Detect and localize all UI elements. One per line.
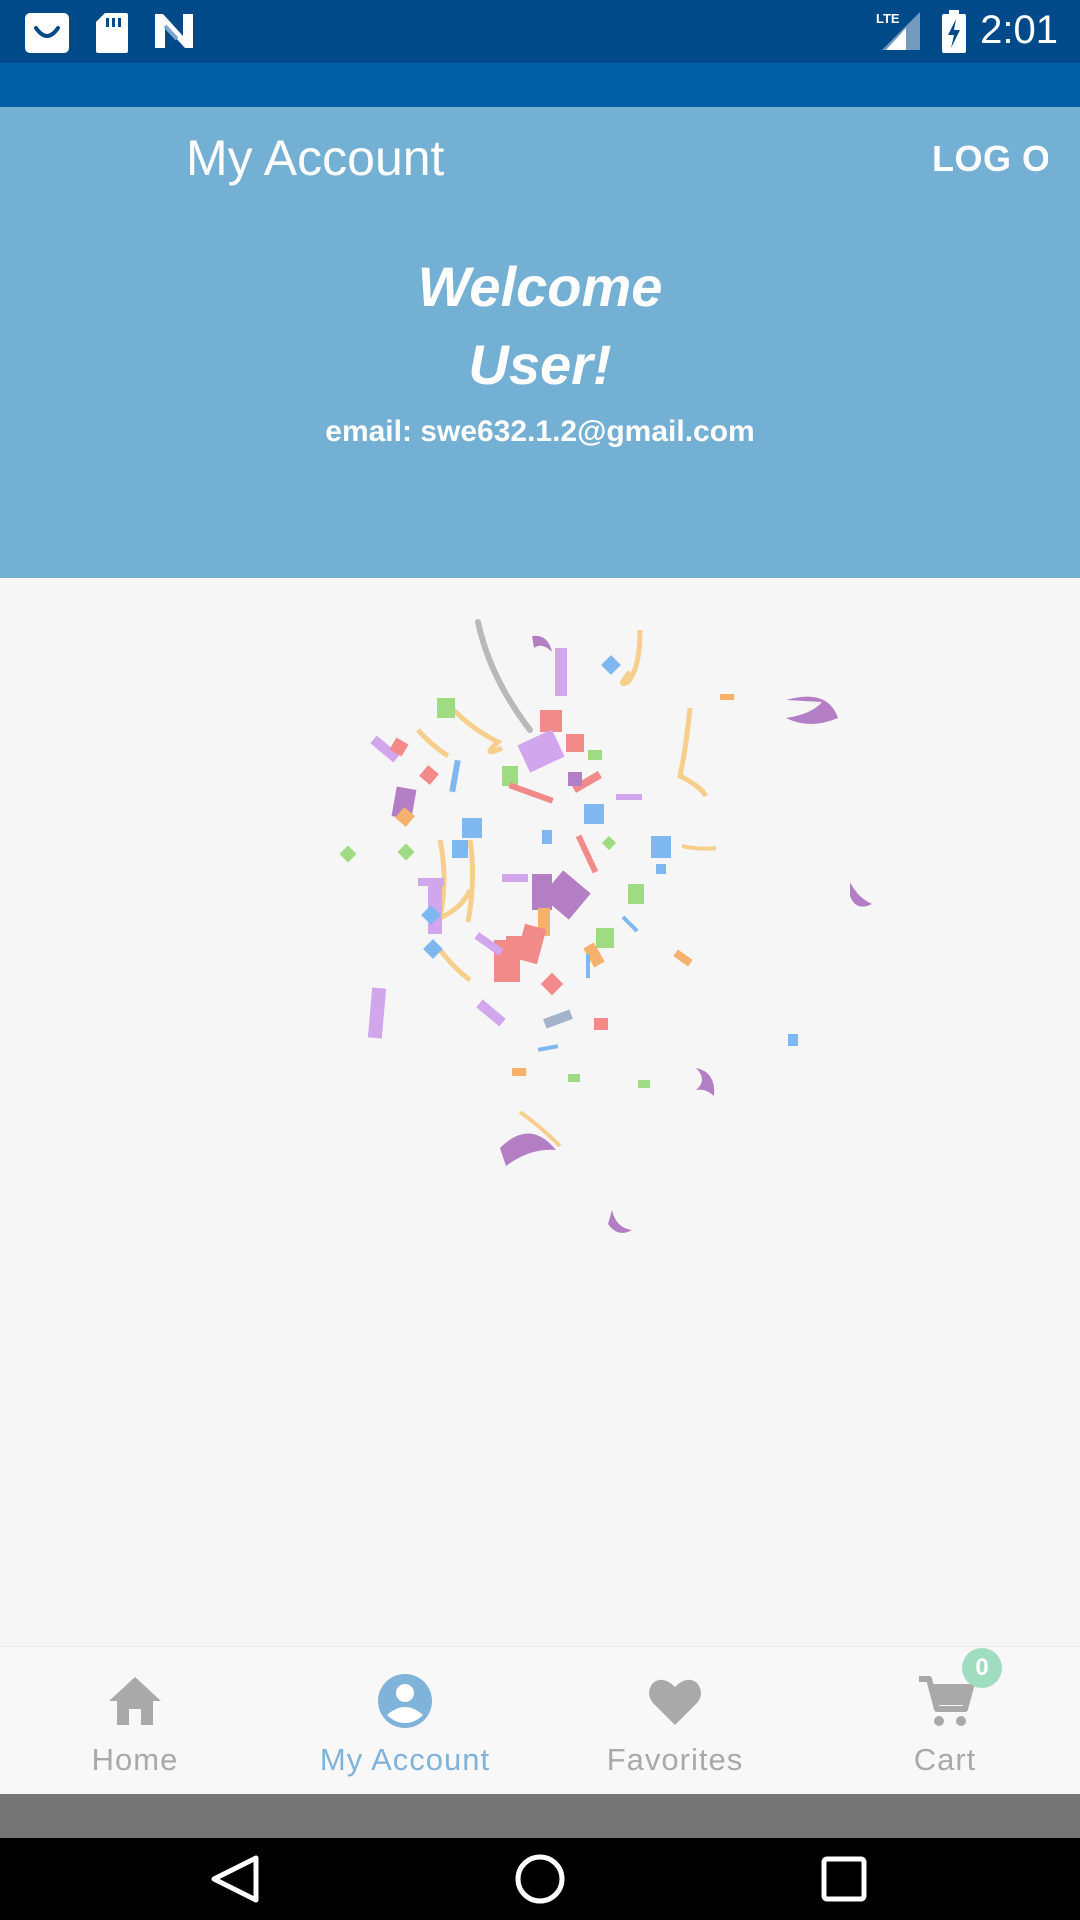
status-bar: LTE 2:01 [0, 0, 1080, 63]
app-bar: My Account LOG OUT [0, 107, 1080, 210]
bottom-nav: Home My Account Favorites Cart [0, 1646, 1080, 1795]
welcome-heading: Welcome [417, 255, 663, 318]
nav-label-favorites: Favorites [606, 1742, 744, 1777]
home-circle-icon[interactable] [480, 1838, 600, 1920]
nav-label-cart: Cart [913, 1742, 977, 1777]
nav-label-home: Home [91, 1742, 179, 1777]
logout-button[interactable]: LOG OUT [932, 107, 1048, 210]
lte-label: LTE [876, 11, 900, 26]
nav-item-my-account[interactable]: My Account [270, 1647, 540, 1795]
heart-icon [649, 1679, 701, 1725]
email-text: email: swe632.1.2@gmail.com [325, 415, 755, 448]
shopping-bag-icon [25, 13, 69, 53]
nav-item-cart[interactable]: Cart [810, 1647, 1080, 1795]
accent-band [0, 63, 1080, 107]
home-icon [109, 1677, 161, 1725]
gray-strip [0, 1794, 1080, 1838]
recents-icon[interactable] [784, 1838, 904, 1920]
nav-item-favorites[interactable]: Favorites [540, 1647, 810, 1795]
nav-label-my-account: My Account [319, 1742, 491, 1777]
screen: LTE 2:01 My Account LOG OUT Welcome User… [0, 0, 1080, 1920]
welcome-username: User! [468, 333, 612, 396]
logout-button-container[interactable]: LOG OUT [932, 107, 1048, 210]
battery-charging-icon [942, 10, 966, 53]
nav-item-home[interactable]: Home [0, 1647, 270, 1795]
account-circle-icon [378, 1674, 432, 1728]
cart-count-badge: 0 [962, 1648, 1002, 1688]
system-nav-bar [0, 1838, 1080, 1920]
welcome-panel: Welcome User! email: swe632.1.2@gmail.co… [0, 210, 1080, 578]
page-title: My Account [186, 130, 445, 186]
sd-card-icon [96, 13, 128, 53]
back-icon[interactable] [176, 1838, 296, 1920]
status-clock: 2:01 [980, 8, 1058, 52]
lte-signal-icon: LTE [876, 11, 920, 50]
content-area [0, 578, 1080, 1646]
n-logo-icon [155, 14, 193, 48]
confetti-animation [339, 619, 872, 1233]
